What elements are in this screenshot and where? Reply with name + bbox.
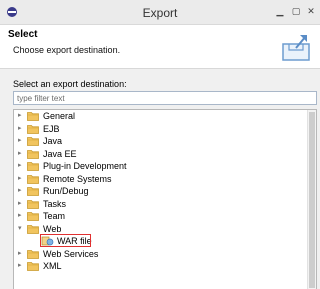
window-title: Export [142, 6, 178, 20]
tree-item-label: Remote Systems [43, 173, 112, 184]
expand-caret-icon[interactable]: ▸ [18, 110, 26, 122]
minimize-button[interactable]: ▁ [273, 5, 287, 17]
tree-item-label: Java EE [43, 148, 77, 159]
filter-input[interactable] [14, 92, 316, 104]
folder-icon [27, 161, 40, 171]
folder-icon [27, 249, 40, 259]
tree-item-java-ee[interactable]: ▸ Java EE [18, 148, 288, 160]
close-button[interactable]: ✕ [304, 5, 318, 17]
tree-item-label: EJB [43, 123, 60, 134]
expand-caret-icon[interactable]: ▾ [18, 223, 26, 235]
tree-scrollbar[interactable] [307, 110, 316, 289]
expand-caret-icon[interactable]: ▸ [18, 160, 26, 172]
folder-icon [27, 124, 40, 134]
tree-item-web-services[interactable]: ▸ Web Services [18, 248, 288, 260]
maximize-button[interactable]: ▢ [289, 5, 303, 17]
folder-icon [27, 224, 40, 234]
folder-icon [27, 111, 40, 121]
tree-item-label: Plug-in Development [43, 161, 127, 171]
tree-item-java[interactable]: ▸ Java [18, 135, 288, 147]
export-destination-tree[interactable]: ▸ General ▸ EJB ▸ Java ▸ Java EE ▸ Plug-in Develo… [13, 109, 317, 289]
tree-item-label: Run/Debug [43, 186, 89, 196]
folder-icon [27, 199, 40, 209]
folder-icon [27, 186, 40, 196]
title-bar: Export ▁ ▢ ✕ [0, 0, 320, 25]
folder-icon [27, 261, 40, 271]
tree-item-web[interactable]: ▾ Web [18, 223, 288, 235]
export-banner-icon [282, 35, 310, 61]
wizard-header: Select Choose export destination. [0, 25, 320, 69]
tree-item-label: Java [43, 136, 63, 146]
expand-caret-icon[interactable]: ▸ [18, 173, 26, 185]
tree-item-label: XML [43, 261, 62, 271]
folder-icon [27, 136, 40, 146]
tree-item-label: Tasks [43, 198, 67, 209]
scrollbar-thumb[interactable] [309, 112, 315, 288]
folder-icon [27, 174, 40, 184]
expand-caret-icon[interactable]: ▸ [18, 198, 26, 210]
filter-field[interactable] [13, 91, 317, 105]
tree-item-team[interactable]: ▸ Team [18, 210, 288, 222]
expand-caret-icon[interactable]: ▸ [18, 185, 26, 197]
page-title: Select [8, 29, 38, 40]
page-description: Choose export destination. [13, 45, 121, 55]
tree-item-label: General [43, 111, 76, 121]
expand-caret-icon[interactable]: ▸ [18, 148, 26, 160]
tree-item-label: Web Services [43, 248, 99, 259]
expand-caret-icon[interactable]: ▸ [18, 210, 26, 222]
folder-icon [27, 211, 40, 221]
tree-item-plug-in-development[interactable]: ▸ Plug-in Development [18, 160, 288, 172]
tree-item-xml[interactable]: ▸ XML [18, 260, 288, 272]
selection-highlight [40, 234, 91, 247]
expand-caret-icon[interactable]: ▸ [18, 123, 26, 135]
destination-prompt: Select an export destination: [13, 79, 127, 89]
folder-icon [27, 149, 40, 159]
expand-caret-icon[interactable]: ▸ [18, 135, 26, 147]
tree-item-run-debug[interactable]: ▸ Run/Debug [18, 185, 288, 197]
tree-item-general[interactable]: ▸ General [18, 110, 288, 122]
tree-item-remote-systems[interactable]: ▸ Remote Systems [18, 173, 288, 185]
tree-item-label: Web [43, 223, 62, 234]
expand-caret-icon[interactable]: ▸ [18, 248, 26, 260]
expand-caret-icon[interactable]: ▸ [18, 260, 26, 272]
tree-item-ejb[interactable]: ▸ EJB [18, 123, 288, 135]
tree-item-tasks[interactable]: ▸ Tasks [18, 198, 288, 210]
tree-item-label: Team [43, 211, 66, 221]
